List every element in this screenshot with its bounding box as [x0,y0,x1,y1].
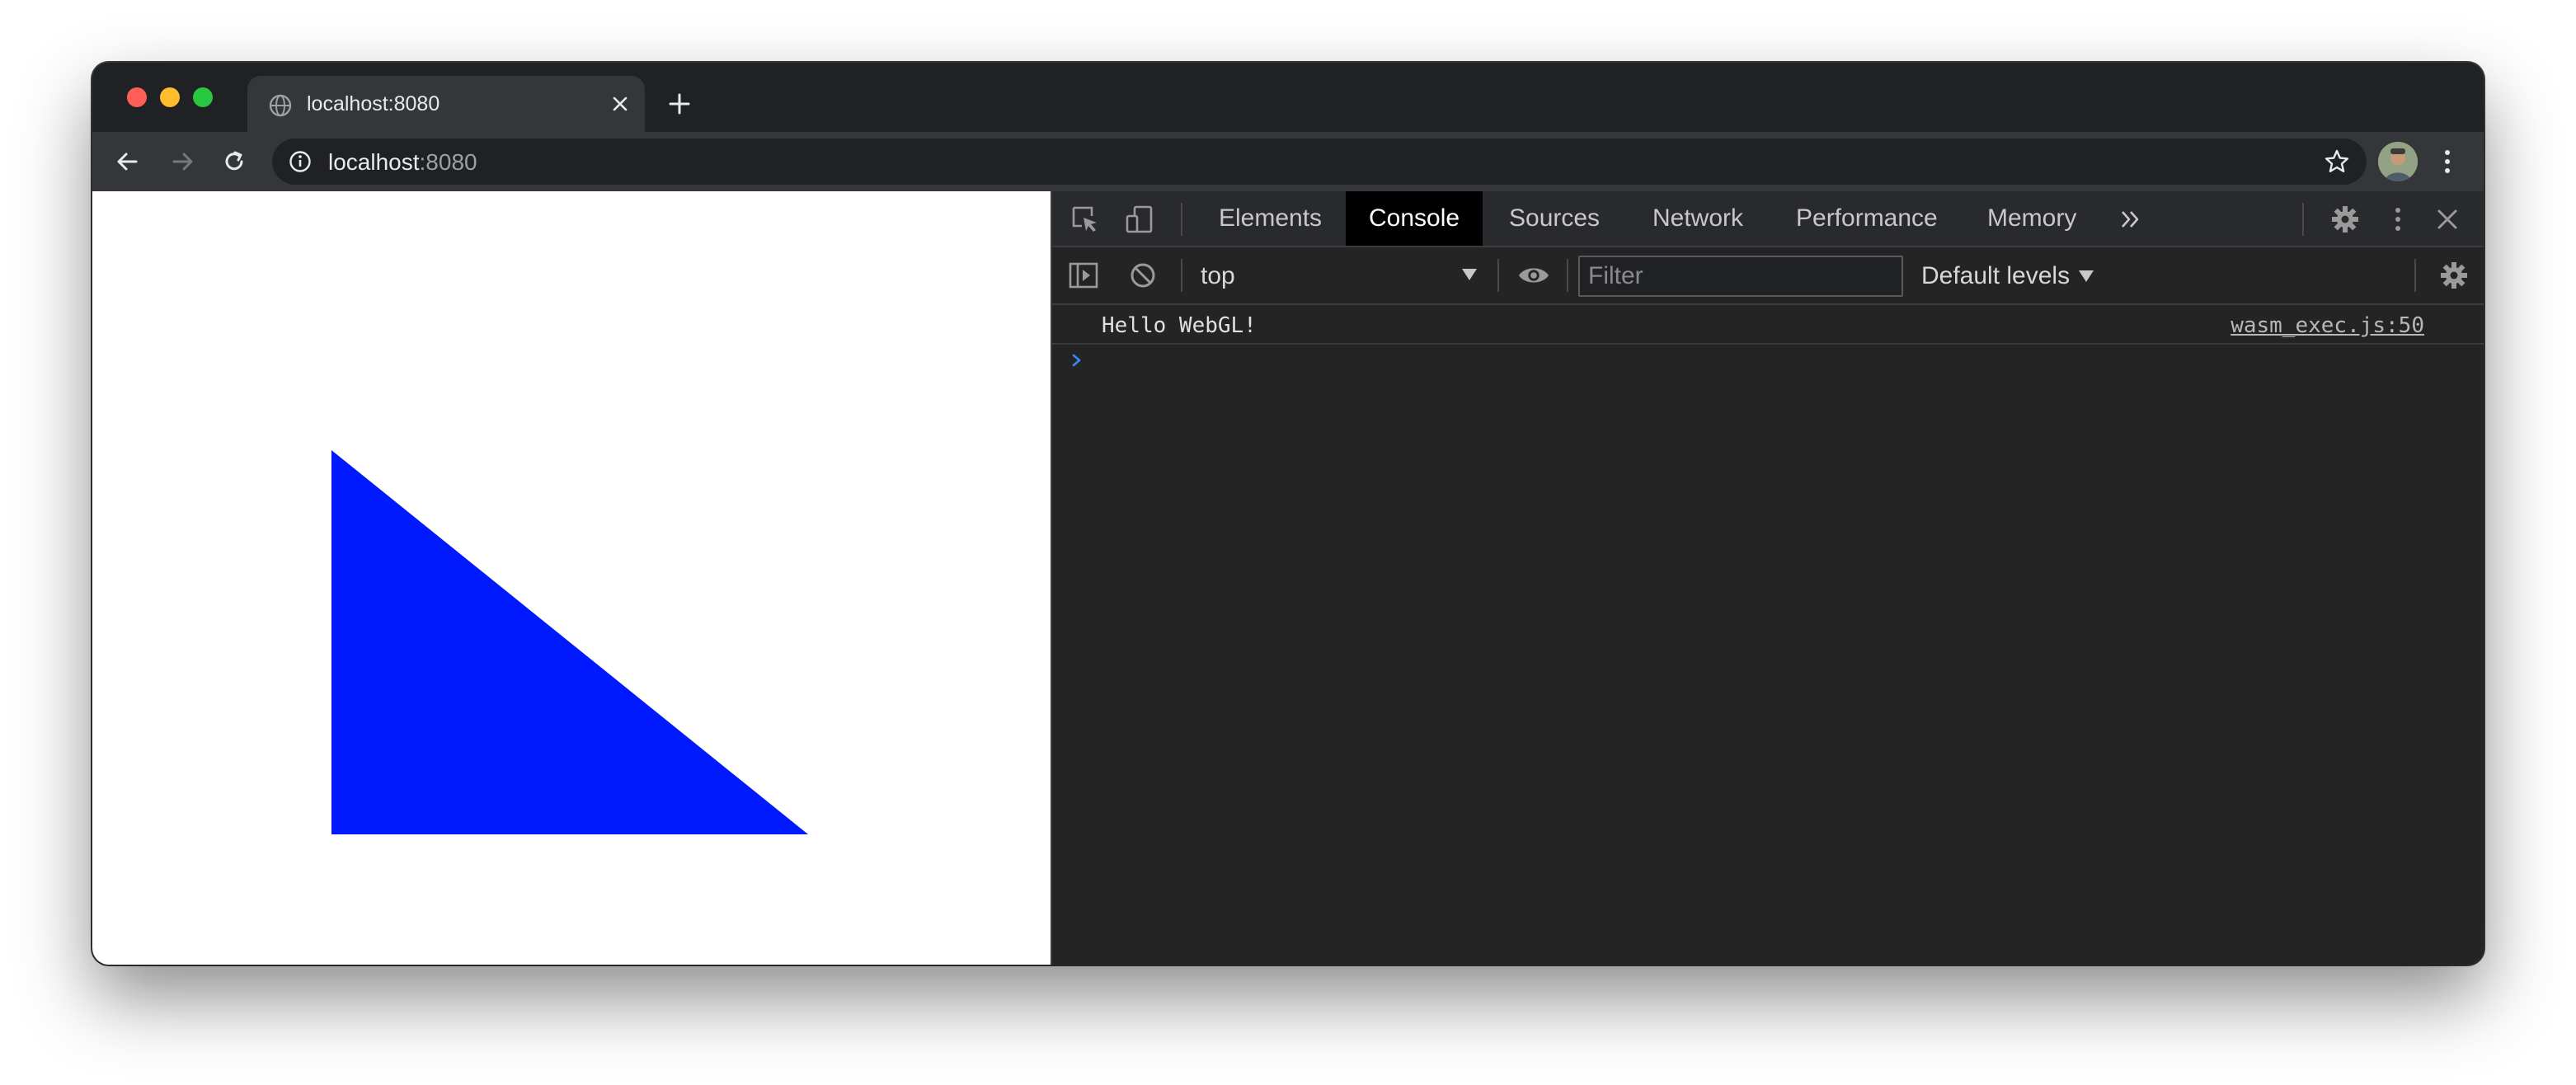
context-selector[interactable]: top [1197,259,1483,294]
url-host: localhost [328,149,420,175]
plus-icon[interactable] [661,86,698,122]
info-icon[interactable] [289,150,312,173]
url-port: :8080 [419,149,477,175]
dropdown-triangle-icon [2078,262,2094,290]
toolbar-divider [1181,203,1182,236]
inspect-element-icon[interactable] [1069,203,1102,236]
device-toolbar-icon[interactable] [1123,203,1156,236]
kebab-menu-icon[interactable] [2431,145,2464,178]
toolbar-divider [1567,259,1568,292]
gear-icon[interactable] [2329,203,2362,236]
filter-input[interactable] [1578,256,1903,297]
url-text: localhost:8080 [328,149,477,176]
tab-sources[interactable]: Sources [1486,191,1623,246]
log-levels-dropdown[interactable]: Default levels [1921,259,2094,294]
eye-icon[interactable] [1517,259,1550,292]
tab-performance[interactable]: Performance [1773,191,1961,246]
toolbar-divider [1181,259,1182,292]
reload-icon[interactable] [218,145,251,178]
address-bar[interactable]: localhost:8080 [272,139,2367,185]
more-tabs-chevron-icon[interactable] [2114,203,2147,236]
log-levels-label: Default levels [1921,262,2071,289]
console-message-text: Hello WebGL! [1102,313,1257,338]
console-prompt-chevron-icon[interactable] [1069,348,1085,373]
webgl-canvas [331,450,808,834]
browser-window: localhost:8080 localhost:8080 Elements C… [92,63,2484,965]
page-viewport [92,191,1051,965]
console-toolbar: top Default levels [1052,247,2484,305]
tab-elements[interactable]: Elements [1196,191,1345,246]
profile-avatar[interactable] [2378,142,2418,181]
kebab-menu-icon[interactable] [2381,203,2414,236]
tab-title: localhost:8080 [307,92,440,115]
browser-toolbar: localhost:8080 [92,132,2484,191]
minimize-window-button[interactable] [160,87,180,107]
back-arrow-icon[interactable] [110,145,143,178]
close-icon[interactable] [2431,203,2464,236]
tab-console[interactable]: Console [1346,191,1483,246]
devtools-tab-bar: Elements Console Sources Network Perform… [1052,191,2484,247]
browser-tab[interactable]: localhost:8080 [247,76,645,132]
devtools-panel: Elements Console Sources Network Perform… [1051,191,2484,965]
toolbar-divider [1497,259,1499,292]
toolbar-divider [2302,203,2304,236]
tab-memory[interactable]: Memory [1964,191,2099,246]
star-icon[interactable] [2324,148,2350,175]
tab-network[interactable]: Network [1629,191,1766,246]
toolbar-divider [2414,259,2416,292]
close-window-button[interactable] [127,87,147,107]
context-label: top [1201,262,1235,289]
close-icon[interactable] [604,87,637,120]
console-source-link[interactable]: wasm_exec.js:50 [2230,313,2424,338]
zoom-window-button[interactable] [193,87,213,107]
dropdown-triangle-icon [1461,267,1478,282]
blue-triangle [331,450,808,834]
sidebar-toggle-icon[interactable] [1067,259,1100,292]
tab-strip: localhost:8080 [92,63,2484,132]
globe-icon [269,94,292,117]
console-message: Hello WebGL! wasm_exec.js:50 [1052,307,2484,345]
forward-arrow-icon[interactable] [167,145,200,178]
console-settings-gear-icon[interactable] [2437,259,2470,292]
clear-console-icon[interactable] [1126,259,1159,292]
